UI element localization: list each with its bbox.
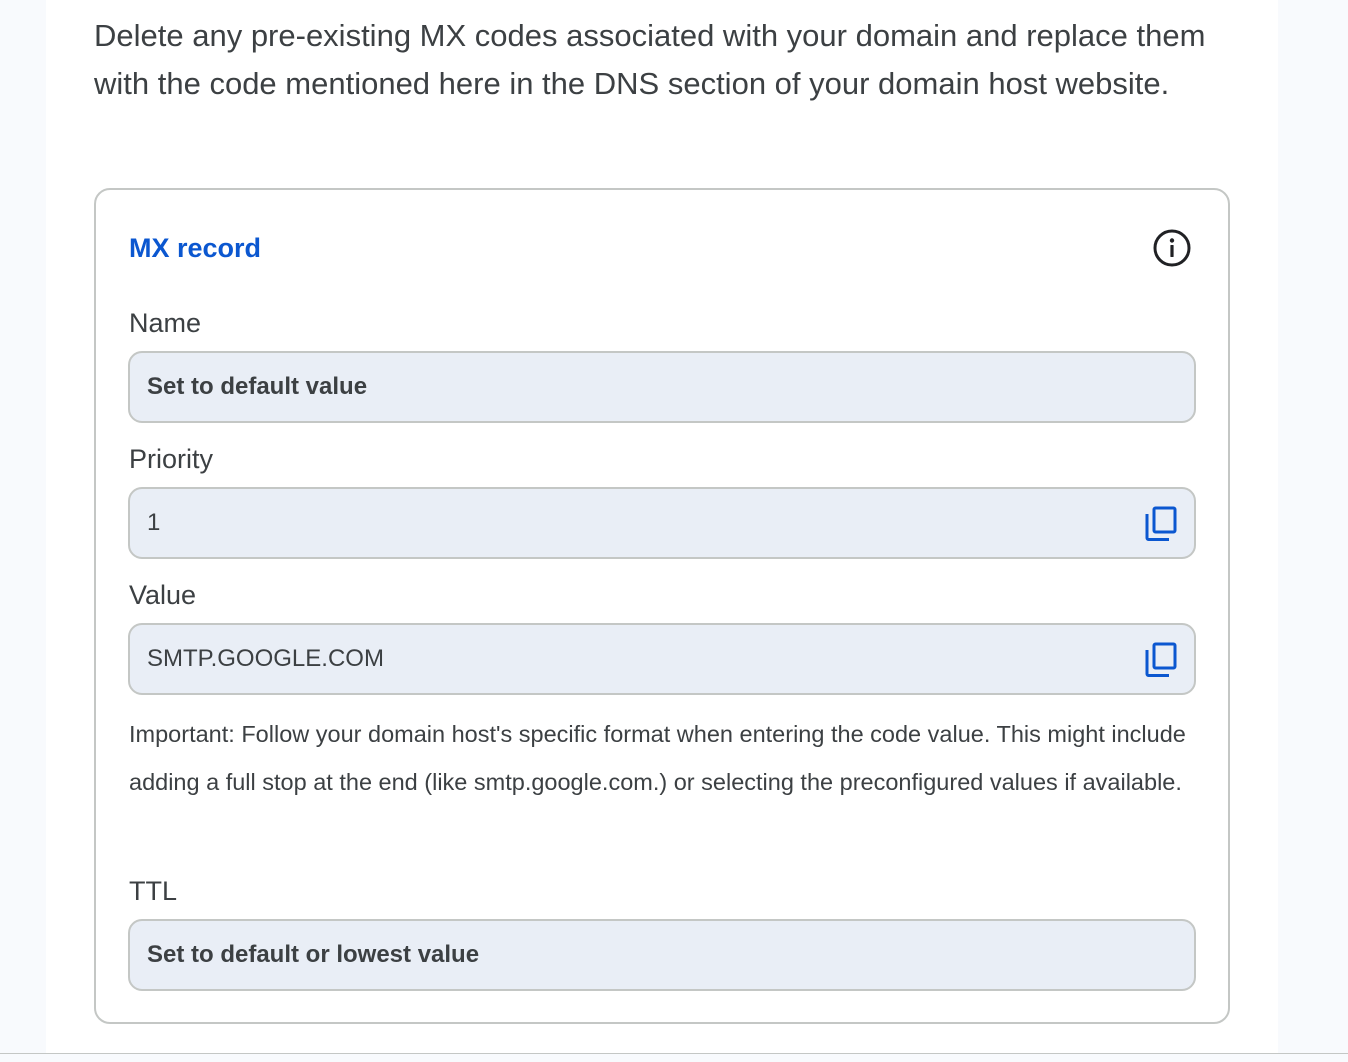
copy-icon	[1145, 642, 1177, 677]
priority-label: Priority	[129, 444, 214, 474]
value-field: SMTP.GOOGLE.COM	[128, 623, 1196, 695]
name-label: Name	[129, 308, 202, 338]
copy-value-button[interactable]	[1142, 641, 1180, 679]
priority-field: 1	[128, 487, 1196, 559]
important-note: Important: Follow your domain host's spe…	[129, 721, 1186, 795]
ttl-label: TTL	[129, 876, 178, 906]
ttl-value: Set to default or lowest value	[147, 941, 480, 968]
name-value: Set to default value	[147, 373, 368, 400]
copy-icon	[1145, 506, 1177, 541]
copy-priority-button[interactable]	[1142, 505, 1180, 543]
name-field: Set to default value	[128, 351, 1196, 423]
card-title: MX record	[129, 233, 262, 263]
ttl-field: Set to default or lowest value	[128, 919, 1196, 991]
instructions-text: Delete any pre-existing MX codes associa…	[94, 18, 1206, 101]
info-icon[interactable]	[1152, 228, 1192, 268]
page-content: Delete any pre-existing MX codes associa…	[46, 0, 1278, 1054]
value-value: SMTP.GOOGLE.COM	[147, 645, 384, 672]
mx-record-card: MX record Name Set to default value Prio…	[94, 188, 1230, 1024]
priority-value: 1	[147, 509, 161, 536]
bottom-divider	[0, 1053, 1348, 1054]
value-label: Value	[129, 580, 197, 610]
